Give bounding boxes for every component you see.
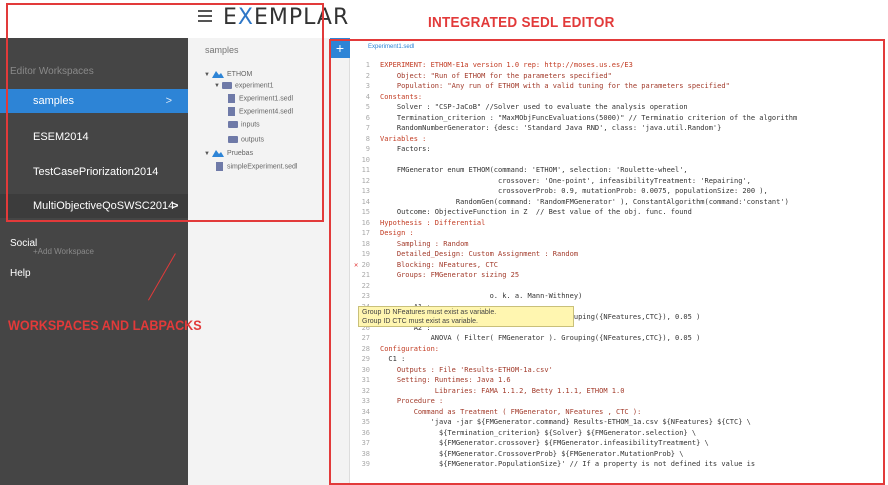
workspaces-highlight-box (6, 3, 324, 222)
app-window: EXEMPLAR INTEGRATED SEDL EDITOR Editor W… (0, 0, 888, 485)
workspaces-annotation-label: WORKSPACES AND LABPACKS (8, 317, 202, 333)
nav-item-social[interactable]: Social (10, 238, 37, 249)
nav-item-help[interactable]: Help (10, 268, 31, 279)
add-workspace-button[interactable]: +Add Workspace (33, 247, 94, 256)
editor-annotation-label: INTEGRATED SEDL EDITOR (428, 14, 615, 31)
editor-highlight-box (329, 39, 885, 485)
